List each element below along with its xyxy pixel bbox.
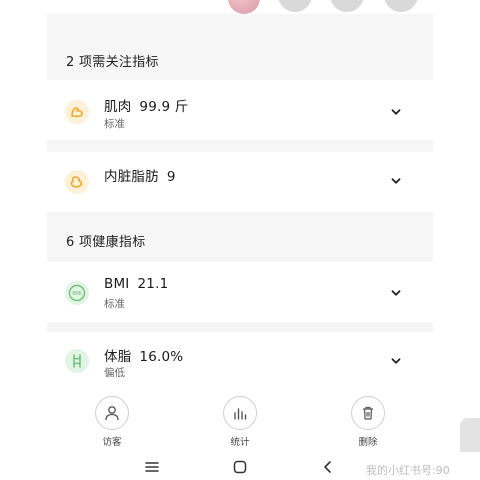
metric-title: BMI 21.1 <box>104 276 168 292</box>
body-fat-icon <box>65 349 89 373</box>
back-icon[interactable] <box>319 458 337 476</box>
metric-name: BMI <box>104 276 130 292</box>
statistics-label: 统计 <box>230 437 250 448</box>
chevron-down-icon[interactable] <box>390 106 402 118</box>
metric-status: 偏低 <box>104 367 125 379</box>
metric-value: 99.9 斤 <box>139 99 189 115</box>
section-title-attention: 2 项需关注指标 <box>66 55 159 70</box>
top-header-strip <box>0 0 480 14</box>
app-screen: 2 项需关注指标 肌肉 99.9 斤 标准 内脏脂肪 9 6 项健康指标 BMI… <box>0 0 480 480</box>
avatar[interactable] <box>228 0 260 14</box>
delete-button[interactable]: 删除 <box>338 396 398 448</box>
metric-title: 内脏脂肪 9 <box>104 165 176 185</box>
visceral-fat-icon <box>65 170 89 194</box>
watermark-text: 我的小红书号:90 <box>366 464 450 477</box>
metric-card-body-fat[interactable]: 体脂 16.0% 偏低 <box>47 332 433 390</box>
visitor-label: 访客 <box>102 437 122 448</box>
svg-text:BMI: BMI <box>72 291 81 297</box>
chevron-down-icon[interactable] <box>390 287 402 299</box>
bmi-icon: BMI <box>65 281 89 305</box>
system-navigation-bar: 我的小红书号:90 <box>0 452 480 480</box>
chevron-down-icon[interactable] <box>390 175 402 187</box>
metric-status: 标准 <box>104 118 125 130</box>
metric-card-visceral-fat[interactable]: 内脏脂肪 9 <box>47 152 433 212</box>
metric-status: 标准 <box>104 298 125 310</box>
metric-value: 9 <box>166 169 176 185</box>
header-button-3[interactable] <box>384 0 418 12</box>
metric-name: 肌肉 <box>104 99 132 115</box>
metric-card-bmi[interactable]: BMI BMI 21.1 标准 <box>47 262 433 322</box>
metric-name: 内脏脂肪 <box>104 169 159 185</box>
muscle-icon <box>65 100 89 124</box>
header-button-1[interactable] <box>278 0 312 12</box>
home-icon[interactable] <box>231 458 249 476</box>
bar-chart-icon <box>223 396 257 430</box>
statistics-button[interactable]: 统计 <box>210 396 270 448</box>
menu-icon[interactable] <box>143 458 161 476</box>
header-button-2[interactable] <box>330 0 364 12</box>
person-icon <box>95 396 129 430</box>
metric-title: 肌肉 99.9 斤 <box>104 95 188 115</box>
metric-card-muscle[interactable]: 肌肉 99.9 斤 标准 <box>47 80 433 140</box>
visitor-button[interactable]: 访客 <box>82 396 142 448</box>
metric-name: 体脂 <box>104 349 132 365</box>
delete-label: 删除 <box>358 437 378 448</box>
chevron-down-icon[interactable] <box>390 355 402 367</box>
metric-value: 16.0% <box>139 349 184 365</box>
metric-value: 21.1 <box>137 276 169 292</box>
metric-title: 体脂 16.0% <box>104 345 183 365</box>
section-title-healthy: 6 项健康指标 <box>66 235 146 250</box>
bottom-action-bar: 访客 统计 删除 <box>0 390 480 450</box>
trash-icon <box>351 396 385 430</box>
